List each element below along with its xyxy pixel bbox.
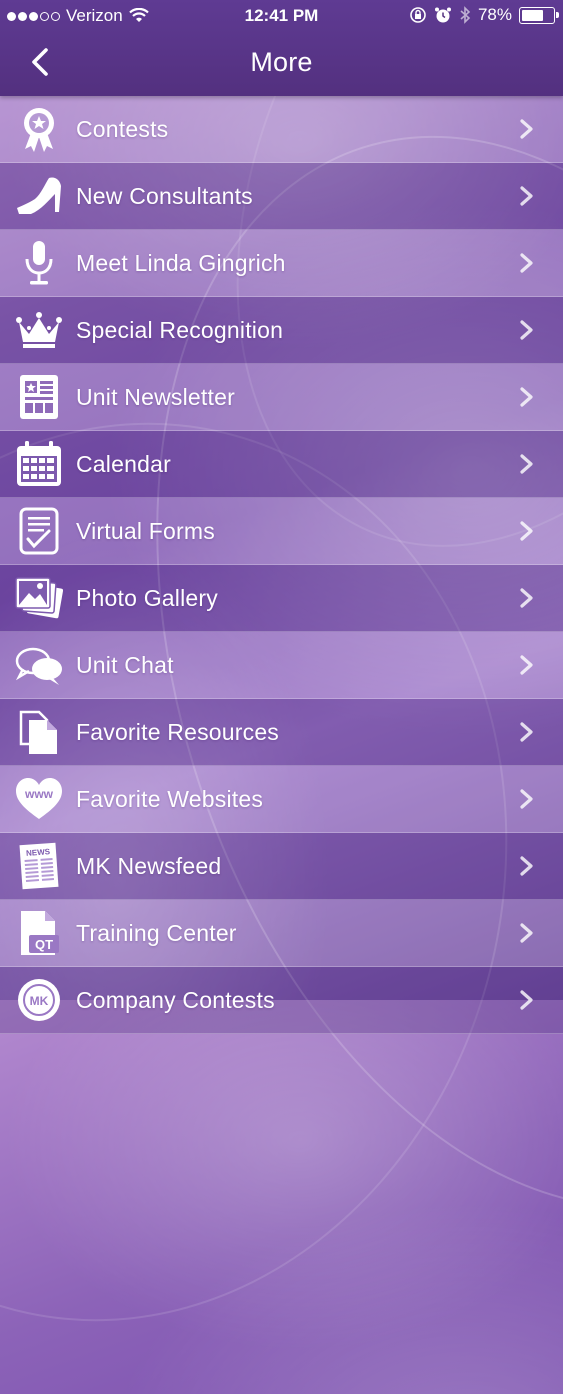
qt-document-icon: QT	[21, 911, 59, 955]
menu-item-label: Unit Newsletter	[76, 384, 235, 410]
menu-item-label: Calendar	[76, 451, 171, 477]
menu-item-label: Training Center	[76, 920, 237, 946]
bluetooth-icon	[460, 6, 471, 24]
menu-item-calendar[interactable]: Calendar	[0, 431, 563, 498]
chevron-right-icon	[520, 722, 533, 742]
chevron-right-icon	[520, 186, 533, 206]
menu-item-mk-newsfeed[interactable]: NEWS MK Newsfeed	[0, 833, 563, 900]
chevron-right-icon	[520, 789, 533, 809]
newsletter-icon	[20, 375, 58, 419]
svg-text:MK: MK	[30, 994, 49, 1008]
chevron-right-icon	[520, 521, 533, 541]
photo-gallery-icon	[15, 577, 63, 619]
high-heel-icon	[17, 177, 61, 214]
svg-text:QT: QT	[35, 937, 53, 952]
chevron-right-icon	[520, 387, 533, 407]
svg-text:www: www	[24, 787, 54, 801]
menu-item-label: Photo Gallery	[76, 585, 218, 611]
award-ribbon-icon	[24, 108, 54, 152]
status-right: 78%	[409, 5, 559, 25]
menu-item-favorite-resources[interactable]: Favorite Resources	[0, 699, 563, 766]
menu-item-label: Unit Chat	[76, 652, 174, 678]
alarm-icon	[434, 7, 451, 23]
battery-percent: 78%	[477, 5, 512, 24]
menu-item-company-contests[interactable]: MK Company Contests	[0, 967, 563, 1034]
menu-item-favorite-websites[interactable]: www Favorite Websites	[0, 766, 563, 833]
chevron-right-icon	[520, 119, 533, 139]
menu-item-virtual-forms[interactable]: Virtual Forms	[0, 498, 563, 565]
menu-item-contests[interactable]: Contests	[0, 96, 563, 163]
menu-item-label: Special Recognition	[76, 317, 284, 343]
chevron-right-icon	[520, 320, 533, 340]
more-menu-list: Contests New Consultants Meet Linda Ging…	[0, 96, 563, 1034]
rotation-lock-icon	[410, 7, 426, 23]
mk-badge-icon: MK	[18, 979, 60, 1021]
svg-text:NEWS: NEWS	[26, 847, 51, 858]
menu-item-label: Virtual Forms	[76, 518, 215, 544]
chevron-right-icon	[520, 856, 533, 876]
menu-item-label: New Consultants	[76, 183, 253, 209]
menu-item-label: Contests	[76, 116, 169, 142]
battery-icon	[519, 6, 559, 24]
menu-item-new-consultants[interactable]: New Consultants	[0, 163, 563, 230]
battery-fill	[522, 9, 543, 21]
chevron-right-icon	[520, 655, 533, 675]
calendar-icon	[17, 441, 61, 486]
page-title: More	[250, 47, 313, 77]
nav-bar: More	[0, 32, 563, 96]
form-checkmark-icon	[19, 507, 59, 555]
chevron-right-icon	[520, 923, 533, 943]
chevron-right-icon	[520, 990, 533, 1010]
menu-item-special-recognition[interactable]: Special Recognition	[0, 297, 563, 364]
chevron-right-icon	[520, 454, 533, 474]
www-heart-icon: www	[16, 778, 62, 819]
menu-item-photo-gallery[interactable]: Photo Gallery	[0, 565, 563, 632]
menu-item-training-center[interactable]: QT Training Center	[0, 900, 563, 967]
menu-item-label: Favorite Websites	[76, 786, 264, 812]
menu-item-label: Company Contests	[76, 987, 275, 1013]
menu-item-unit-newsletter[interactable]: Unit Newsletter	[0, 364, 563, 431]
crown-icon	[16, 312, 62, 348]
status-bar: Verizon 12:41 PM 78%	[0, 0, 563, 32]
chat-bubbles-icon	[15, 647, 62, 685]
header: Verizon 12:41 PM 78% More	[0, 0, 563, 96]
menu-item-label: Meet Linda Gingrich	[76, 250, 286, 276]
chevron-right-icon	[520, 253, 533, 273]
menu-item-label: MK Newsfeed	[76, 853, 222, 879]
documents-icon	[19, 710, 57, 754]
menu-item-unit-chat[interactable]: Unit Chat	[0, 632, 563, 699]
chevron-right-icon	[520, 588, 533, 608]
newspaper-icon: NEWS	[19, 842, 59, 890]
menu-item-meet-linda-gingrich[interactable]: Meet Linda Gingrich	[0, 230, 563, 297]
microphone-icon	[25, 241, 53, 285]
menu-item-label: Favorite Resources	[76, 719, 280, 745]
